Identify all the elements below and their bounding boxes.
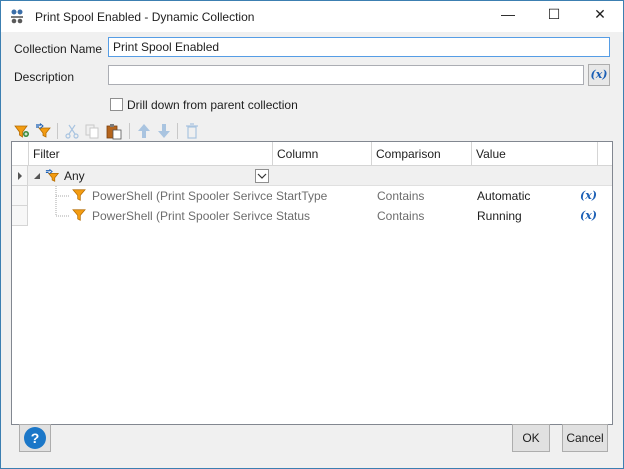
grid-corner [12, 142, 29, 166]
row-selector[interactable] [12, 206, 28, 226]
help-button-label: ? [30, 430, 40, 446]
delete-icon[interactable] [183, 122, 201, 140]
app-icon [11, 9, 23, 24]
chevron-down-icon [257, 173, 267, 179]
collection-name-label: Collection Name [14, 42, 103, 56]
copy-icon[interactable] [83, 122, 101, 140]
cancel-button[interactable]: Cancel [562, 424, 608, 452]
paste-icon[interactable] [105, 122, 123, 140]
filter-group-icon[interactable] [35, 122, 53, 140]
row-column: StartType [276, 189, 328, 203]
row-variable-button[interactable]: (x) [580, 189, 597, 202]
toolbar-separator [177, 123, 178, 139]
filter-grid: Filter Column Comparison Value Any Power… [11, 141, 613, 425]
row-comparison: Contains [377, 209, 425, 223]
drill-down-label: Drill down from parent collection [127, 98, 298, 112]
cut-icon[interactable] [63, 122, 81, 140]
help-button[interactable]: ? [19, 424, 51, 452]
title-bar: Print Spool Enabled - Dynamic Collection… [1, 1, 623, 32]
toolbar-separator [57, 123, 58, 139]
dialog-content: Collection Name Description (x) Drill do… [1, 32, 623, 468]
close-button[interactable]: ✕ [577, 1, 623, 29]
row-comparison: Contains [377, 189, 425, 203]
maximize-button[interactable]: ☐ [531, 1, 577, 29]
description-label: Description [14, 70, 75, 84]
column-header-comparison[interactable]: Comparison [372, 142, 472, 166]
drill-down-checkbox[interactable] [110, 98, 123, 111]
filter-icon [72, 189, 86, 201]
filter-group-icon [45, 168, 60, 182]
row-variable-button[interactable]: (x) [580, 209, 597, 222]
move-up-icon[interactable] [135, 122, 153, 140]
description-input[interactable] [108, 65, 584, 85]
group-operator-dropdown[interactable] [255, 169, 269, 183]
column-header-filter[interactable]: Filter [29, 142, 273, 166]
column-header-value[interactable]: Value [472, 142, 598, 166]
toolbar-separator [129, 123, 130, 139]
move-down-icon[interactable] [155, 122, 173, 140]
row-selector[interactable] [12, 186, 28, 206]
row-selector[interactable] [12, 166, 28, 186]
ok-button[interactable]: OK [512, 424, 550, 452]
dynamic-collection-window: Print Spool Enabled - Dynamic Collection… [0, 0, 624, 469]
collapse-icon[interactable] [33, 172, 41, 180]
filter-icon [72, 209, 86, 221]
current-row-icon [18, 172, 22, 180]
filter-toolbar [9, 120, 613, 142]
row-filter-name: PowerShell (Print Spooler Serivce) [92, 209, 272, 223]
window-title: Print Spool Enabled - Dynamic Collection [35, 10, 255, 24]
column-header-extra [598, 142, 612, 166]
group-row[interactable] [28, 166, 612, 186]
row-column: Status [276, 209, 311, 223]
row-filter-name: PowerShell (Print Spooler Serivce) [92, 189, 272, 203]
row-value[interactable]: Running [477, 206, 522, 226]
description-variable-button[interactable]: (x) [588, 64, 610, 86]
minimize-button[interactable]: — [485, 1, 531, 29]
group-operator-label: Any [64, 169, 85, 183]
row-value[interactable]: Automatic [477, 186, 530, 206]
filter-add-icon[interactable] [13, 122, 31, 140]
tree-lines [55, 186, 70, 217]
column-header-column[interactable]: Column [273, 142, 372, 166]
collection-name-input[interactable] [108, 37, 610, 57]
